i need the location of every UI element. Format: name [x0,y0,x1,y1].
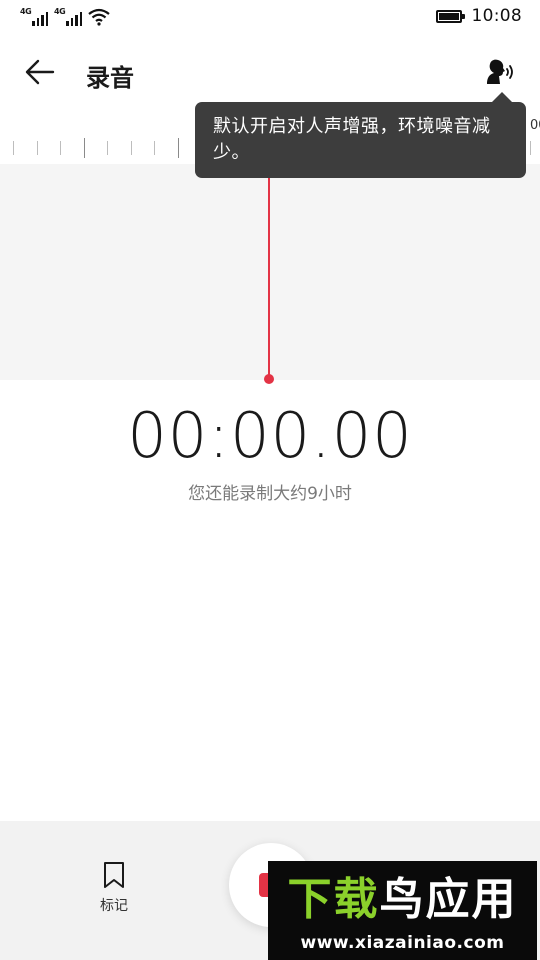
voice-enhance-icon [487,59,513,84]
status-right: 10:08 [435,6,523,26]
watermark-title-part2: 鸟应用 [379,874,518,925]
status-time: 10:08 [471,6,522,26]
ruler-tick [107,141,108,155]
tooltip-text: 默认开启对人声增强，环境噪音减少。 [213,116,491,163]
ruler-tick [37,141,38,155]
ruler-tick [154,141,155,155]
back-button[interactable] [22,56,58,88]
page-title: 录音 [86,64,134,92]
elapsed-time: 00:00.00 [127,399,413,472]
playhead-dot[interactable] [264,374,274,384]
battery-icon [435,9,465,23]
arrow-left-icon [25,59,55,85]
ruler-tick [84,138,85,158]
ruler-tick [530,141,531,155]
ruler-tick [178,138,179,158]
status-bar: 4G 4G 10:08 [0,0,540,36]
voice-enhance-button[interactable] [482,56,518,88]
watermark: 下载鸟应用 www.xiazainiao.com [268,861,537,960]
bookmark-icon [104,862,124,888]
ruler-tick [60,141,61,155]
watermark-url: www.xiazainiao.com [300,933,505,953]
watermark-title: 下载鸟应用 [268,875,537,925]
status-left: 4G 4G [20,7,110,26]
signal-icon: 4G [20,7,48,26]
tooltip-arrow [492,92,512,102]
ruler-tick [131,141,132,155]
ruler-tick [13,141,14,155]
remaining-time: 您还能录制大约9小时 [188,484,352,504]
wifi-icon [88,8,110,26]
ruler-time-label: 00 [530,118,540,133]
signal-icon-2: 4G [54,7,82,26]
network-type-2: 4G [54,7,66,16]
playhead-line [268,164,270,376]
app-bar: 录音 [0,36,540,108]
mark-label: 标记 [100,898,128,914]
watermark-title-part1: 下载 [287,874,380,925]
network-type: 4G [20,7,32,16]
voice-enhance-tooltip[interactable]: 默认开启对人声增强，环境噪音减少。 [195,92,526,178]
mark-button[interactable]: 标记 [84,861,144,921]
